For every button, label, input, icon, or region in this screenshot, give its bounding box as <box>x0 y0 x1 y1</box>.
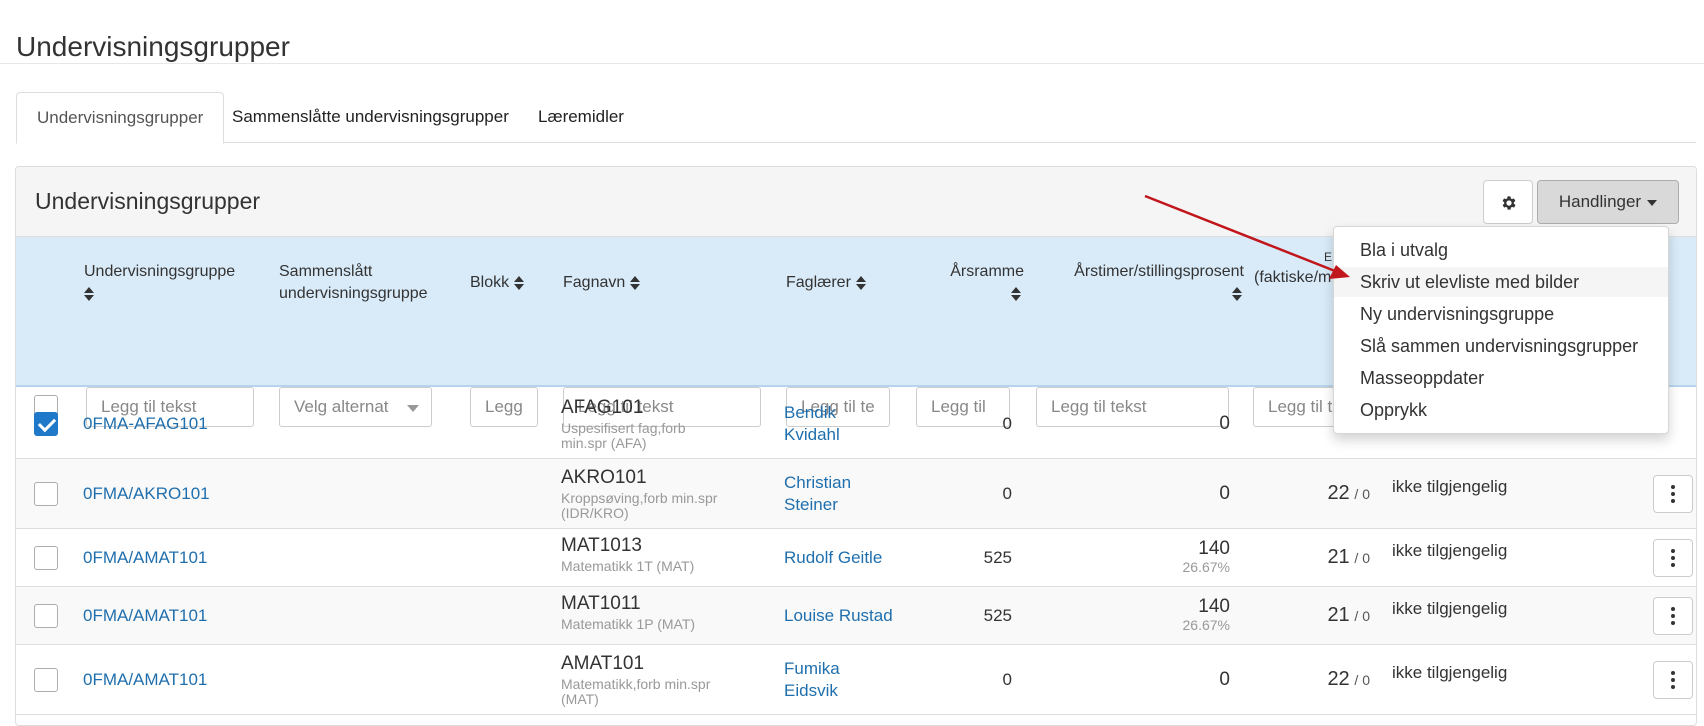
column-header-year-hours[interactable]: Årstimer/stillingsprosent <box>1034 261 1244 301</box>
subject-code: MAT1011 <box>561 593 641 614</box>
actions-dropdown-button[interactable]: Handlinger <box>1537 180 1679 224</box>
menu-item-bla-i-utvalg[interactable]: Bla i utvalg <box>1334 235 1668 265</box>
sort-icon <box>1011 287 1021 301</box>
students-count: 21 / 0 <box>1327 604 1370 626</box>
tab-sammenslatte-undervisningsgrupper[interactable]: Sammenslåtte undervisningsgrupper <box>212 92 529 143</box>
year-frame-value: 0 <box>1002 484 1012 503</box>
table-row: 0FMA/AMAT101 MAT1013 Matematikk 1T (MAT) Ru… <box>16 529 1696 587</box>
column-header-teacher[interactable]: Faglærer <box>786 272 866 294</box>
title-divider <box>0 63 1704 64</box>
caret-down-icon <box>1647 199 1658 206</box>
row-menu-button[interactable] <box>1653 539 1693 577</box>
subject-name: Matematikk 1T (MAT) <box>561 558 695 574</box>
year-frame-value: 0 <box>1002 414 1012 433</box>
column-header-block[interactable]: Blokk <box>470 272 525 294</box>
column-header-group[interactable]: Undervisningsgruppe <box>84 261 235 301</box>
actions-dropdown-menu: Bla i utvalg Skriv ut elevliste med bild… <box>1333 226 1669 434</box>
sort-icon <box>84 287 94 301</box>
column-header-year-frame[interactable]: Årsramme <box>928 261 1024 301</box>
position-percent: 26.67% <box>1182 617 1230 633</box>
sort-icon <box>1232 287 1242 301</box>
year-frame-value: 525 <box>983 548 1012 567</box>
subject-name: Uspesifisert fag,forb min.spr (AFA) <box>561 420 686 451</box>
menu-item-sla-sammen[interactable]: Slå sammen undervisningsgrupper <box>1334 331 1668 361</box>
group-link[interactable]: 0FMA/AKRO101 <box>83 483 210 505</box>
tab-laeremidler[interactable]: Læremidler <box>518 92 644 143</box>
menu-item-skriv-ut-elevliste[interactable]: Skriv ut elevliste med bilder <box>1334 267 1668 297</box>
status-text: ikke tilgjengelig <box>1392 541 1508 560</box>
row-checkbox[interactable] <box>34 412 58 436</box>
row-menu-button[interactable] <box>1653 475 1693 513</box>
group-link[interactable]: 0FMA/AMAT101 <box>83 605 207 627</box>
tab-bar: Undervisningsgrupper Sammenslåtte underv… <box>16 92 1696 144</box>
teacher-link[interactable]: Fumika Eidsvik <box>784 658 840 702</box>
teacher-link[interactable]: Louise Rustad <box>784 605 893 627</box>
students-count: 22 / 0 <box>1327 668 1370 690</box>
subject-code: AKRO101 <box>561 467 647 488</box>
row-checkbox[interactable] <box>34 604 58 628</box>
students-count: 22 / 0 <box>1327 482 1370 504</box>
year-hours-value: 0 <box>1219 669 1230 690</box>
sort-icon <box>855 275 866 290</box>
year-hours-value: 140 <box>1198 538 1230 559</box>
teacher-link[interactable]: Bendik Kvidahl <box>784 402 840 446</box>
row-checkbox[interactable] <box>34 546 58 570</box>
status-text: ikke tilgjengelig <box>1392 663 1508 682</box>
group-link[interactable]: 0FMA-AFAG101 <box>83 413 208 435</box>
row-checkbox[interactable] <box>34 482 58 506</box>
row-menu-button[interactable] <box>1653 661 1693 699</box>
menu-item-ny-undervisningsgruppe[interactable]: Ny undervisningsgruppe <box>1334 299 1668 329</box>
subject-code: MAT1013 <box>561 535 642 556</box>
subject-code: AMAT101 <box>561 653 645 674</box>
menu-item-opprykk[interactable]: Opprykk <box>1334 395 1668 425</box>
row-checkbox[interactable] <box>34 668 58 692</box>
year-hours-value: 140 <box>1198 596 1230 617</box>
column-header-students[interactable]: E (faktiske/m <box>1254 249 1332 289</box>
actions-button-label: Handlinger <box>1558 192 1642 211</box>
table-row: 0FMA/AMAT101 MAT1011 Matematikk 1P (MAT) Lo… <box>16 587 1696 645</box>
table-row: 0FMA/AKRO101 AKRO101 Kroppsøving,forb min.… <box>16 459 1696 529</box>
subject-name: Matematikk,forb min.spr (MAT) <box>561 676 711 707</box>
tab-undervisningsgrupper[interactable]: Undervisningsgrupper <box>16 92 225 144</box>
year-frame-value: 525 <box>983 606 1012 625</box>
sort-icon <box>514 275 525 290</box>
row-menu-button[interactable] <box>1653 597 1693 635</box>
settings-button[interactable] <box>1483 180 1533 224</box>
status-text: ikke tilgjengelig <box>1392 599 1508 618</box>
position-percent: 26.67% <box>1182 559 1230 575</box>
group-link[interactable]: 0FMA/AMAT101 <box>83 669 207 691</box>
teacher-link[interactable]: Rudolf Geitle <box>784 547 882 569</box>
column-header-subject[interactable]: Fagnavn <box>563 272 641 294</box>
menu-item-masseoppdater[interactable]: Masseoppdater <box>1334 363 1668 393</box>
year-frame-value: 0 <box>1002 670 1012 689</box>
column-header-merged-group[interactable]: Sammenslått undervisningsgruppe <box>279 261 428 305</box>
subject-name: Kroppsøving,forb min.spr (IDR/KRO) <box>561 490 718 521</box>
teacher-link[interactable]: Christian Steiner <box>784 472 851 516</box>
sort-icon <box>630 275 641 290</box>
subject-name: Matematikk 1P (MAT) <box>561 616 696 632</box>
group-link[interactable]: 0FMA/AMAT101 <box>83 547 207 569</box>
gear-icon <box>1502 196 1516 210</box>
subject-code: AFAG101 <box>561 397 644 418</box>
table-row: 0FMA/AMAT101 AMAT101 Matematikk,forb min.s… <box>16 645 1696 715</box>
panel-title: Undervisningsgrupper <box>35 188 261 214</box>
year-hours-value: 0 <box>1219 413 1230 434</box>
students-count: 21 / 0 <box>1327 546 1370 568</box>
status-text: ikke tilgjengelig <box>1392 477 1508 496</box>
year-hours-value: 0 <box>1219 483 1230 504</box>
page-title: Undervisningsgrupper <box>16 30 290 62</box>
